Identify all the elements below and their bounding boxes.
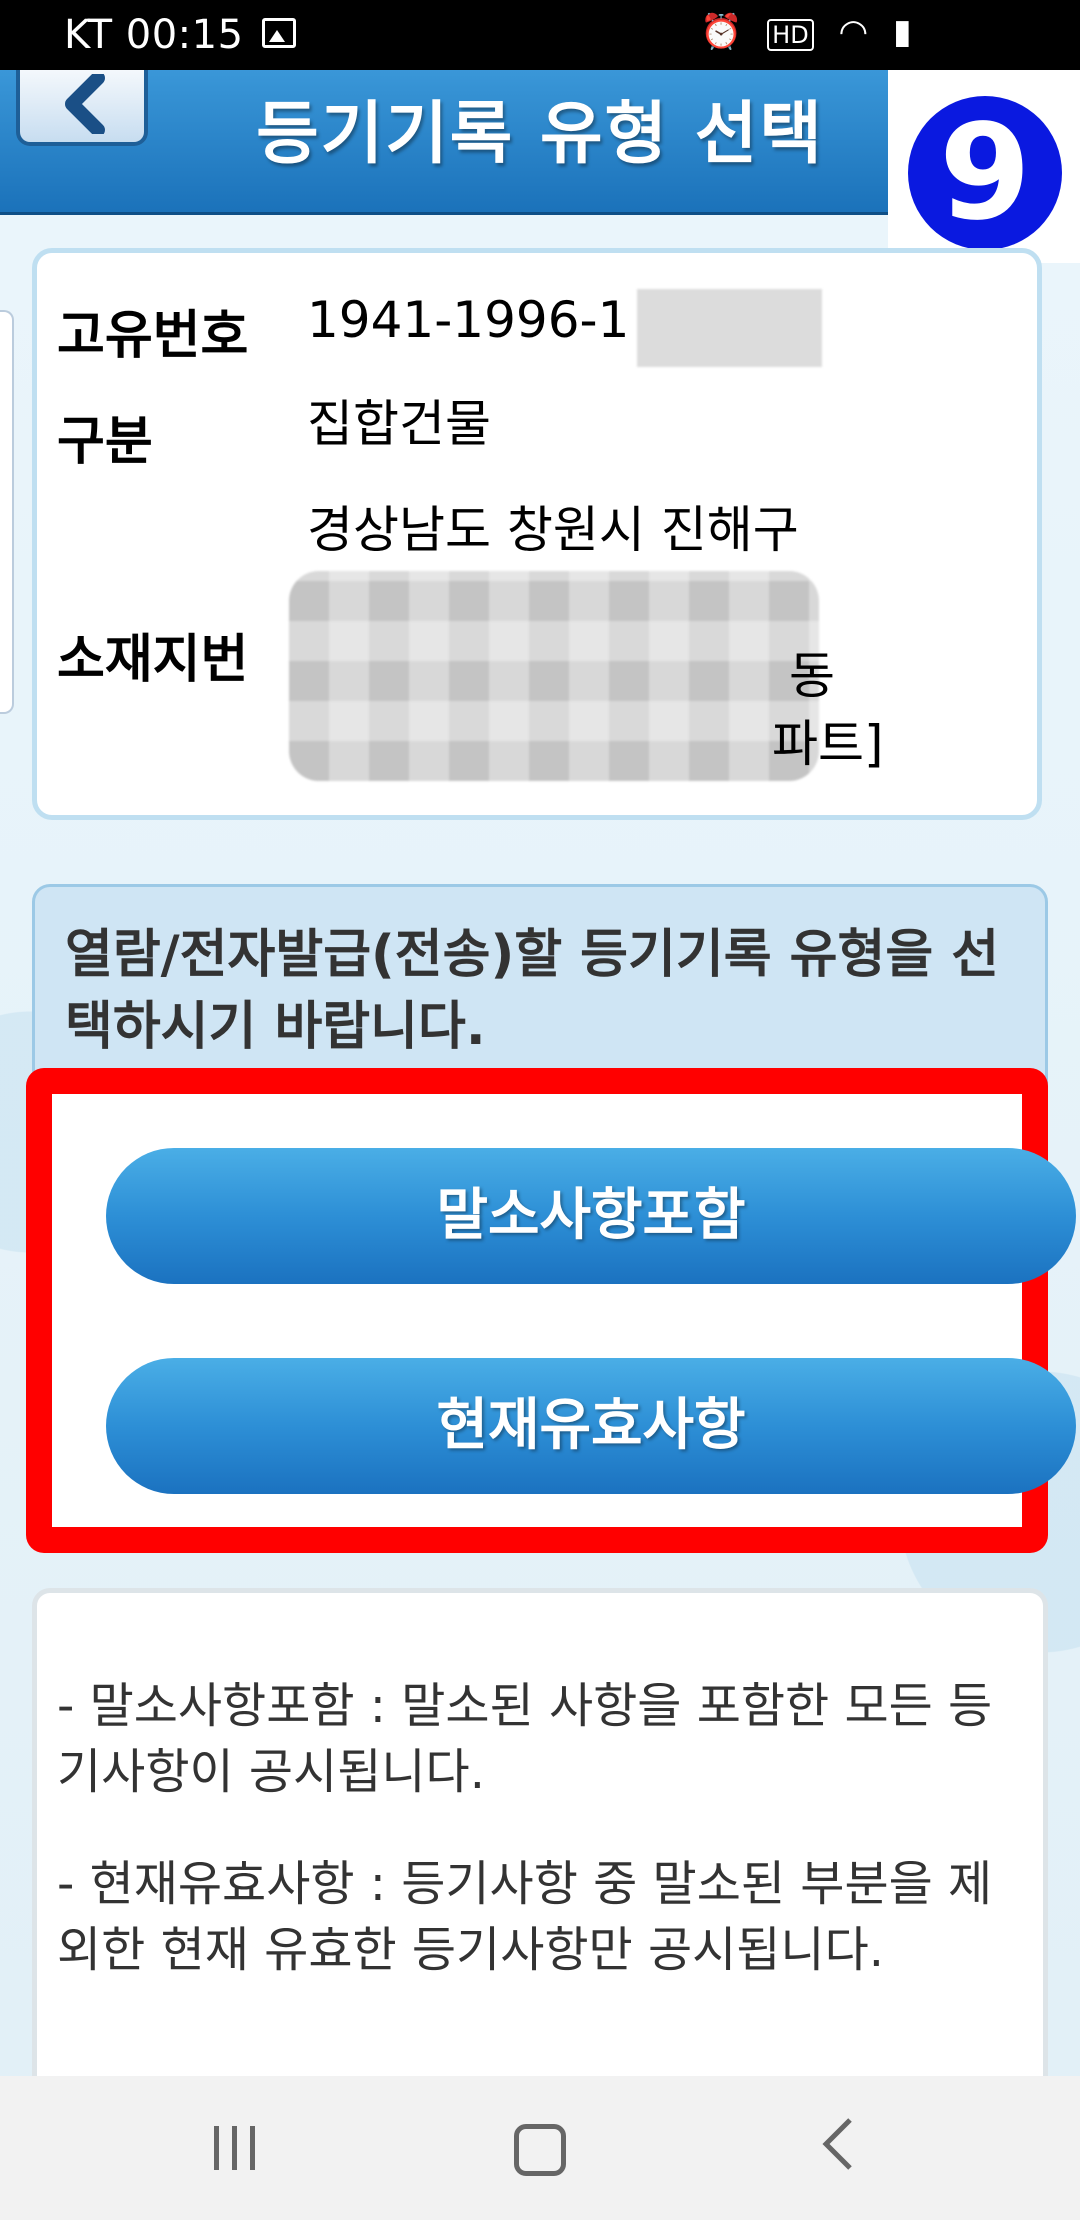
header: 등기기록 유형 선택 9 — [0, 70, 1080, 263]
status-bar: KT 00:15 ⏰ HD ◠ ▮ — [0, 0, 1080, 70]
home-icon[interactable] — [514, 2124, 566, 2176]
current-valid-button[interactable]: 현재유효사항 — [106, 1358, 1076, 1494]
wifi-icon: ◠ — [838, 12, 869, 52]
description-item: - 말소사항포함 : 말소된 사항을 포함한 모든 등기사항이 공시됩니다. — [57, 1678, 993, 1800]
include-cancelled-button[interactable]: 말소사항포함 — [106, 1148, 1076, 1284]
category-value: 집합건물 — [307, 395, 491, 453]
image-icon — [262, 18, 296, 48]
alarm-icon: ⏰ — [700, 12, 743, 52]
category-label: 구분 — [57, 412, 153, 472]
description-card: - 말소사항포함 : 말소된 사항을 포함한 모든 등기사항이 공시됩니다. -… — [32, 1588, 1048, 2108]
back-nav-icon[interactable] — [818, 2116, 858, 2172]
side-tab[interactable] — [0, 310, 14, 714]
address-fragment: 파트] — [772, 715, 884, 773]
step-badge: 9 — [908, 96, 1062, 250]
redacted-block — [637, 289, 822, 367]
system-nav-bar — [0, 2076, 1080, 2220]
step-badge-box: 9 — [888, 70, 1080, 263]
unique-number-value: 1941-1996-1 — [307, 291, 630, 349]
address-label: 소재지번 — [57, 630, 249, 690]
unique-number-label: 고유번호 — [57, 306, 249, 366]
carrier-time: KT 00:15 — [64, 12, 244, 58]
highlight-box: 말소사항포함 현재유효사항 — [26, 1068, 1076, 1553]
address-fragment: 동 — [789, 647, 835, 705]
status-icons: ⏰ HD ◠ ▮ — [700, 12, 926, 52]
description-item: - 현재유효사항 : 등기사항 중 말소된 부분을 제외한 현재 유효한 등기사… — [57, 1856, 993, 1978]
choice-prompt: 열람/전자발급(전송)할 등기기록 유형을 선택하시기 바랍니다. — [65, 925, 1000, 1057]
signal-icon: ▮ — [892, 12, 912, 52]
address-line: 경상남도 창원시 진해구 — [307, 501, 799, 559]
hd-icon: HD — [767, 19, 814, 51]
recent-apps-icon[interactable] — [212, 2124, 258, 2172]
info-card: 고유번호 1941-1996-1 구분 집합건물 경상남도 창원시 진해구 소재… — [32, 248, 1042, 820]
redacted-address — [289, 571, 819, 781]
